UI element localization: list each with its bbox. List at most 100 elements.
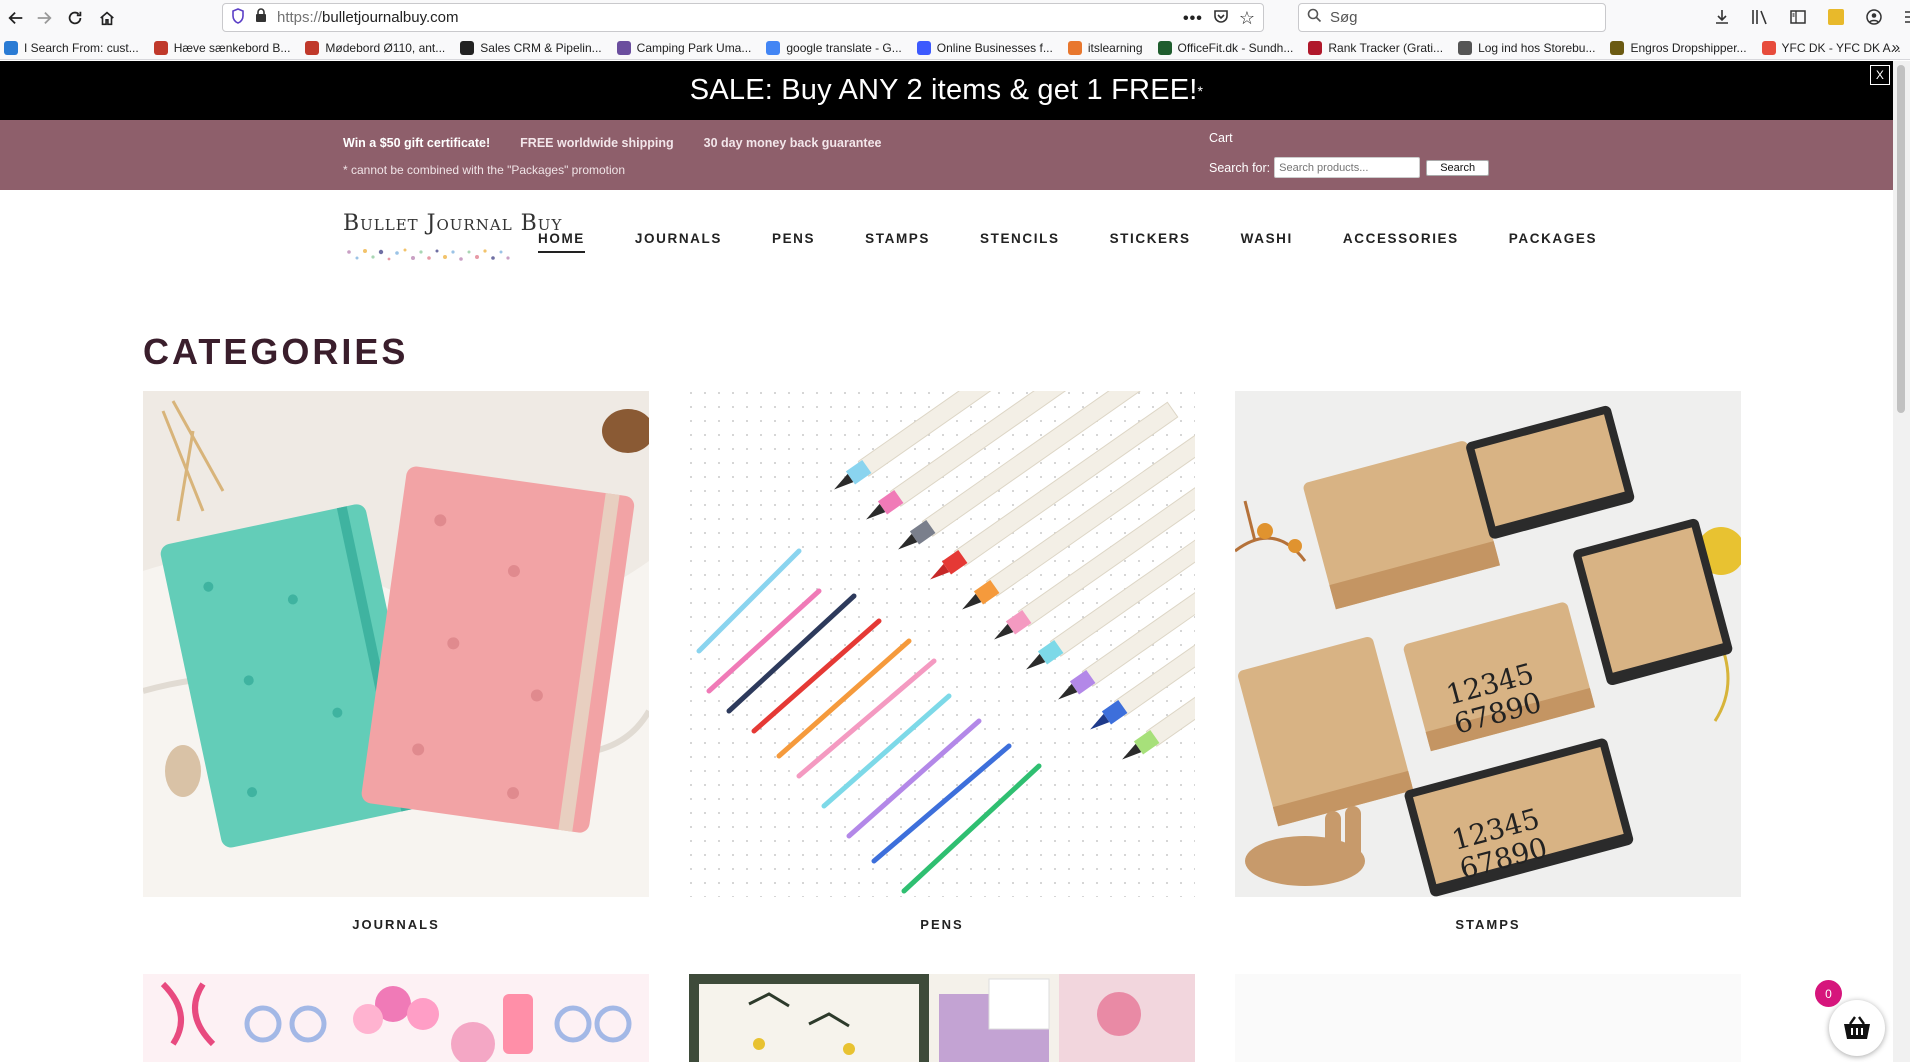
- bookmarks-bar: I Search From: cust... Hæve sænkebord B..…: [0, 36, 1910, 60]
- basket-icon: [1844, 1016, 1870, 1039]
- nav-accessories[interactable]: ACCESSORIES: [1343, 231, 1459, 253]
- category-image-journals[interactable]: [143, 391, 649, 897]
- bookmark-label: google translate - G...: [786, 40, 902, 55]
- extension-icon[interactable]: [1824, 5, 1848, 29]
- bookmark-favicon-icon: [766, 40, 781, 55]
- nav-packages[interactable]: PACKAGES: [1509, 231, 1597, 253]
- page-actions-icon[interactable]: •••: [1183, 10, 1203, 28]
- bookmark-favicon-icon: [616, 40, 631, 55]
- back-icon[interactable]: [2, 4, 30, 32]
- bookmark-item[interactable]: Rank Tracker (Grati...: [1308, 40, 1444, 55]
- reload-icon[interactable]: [61, 4, 89, 32]
- menu-icon[interactable]: [1900, 5, 1910, 29]
- site-logo[interactable]: Bullet Journal Buy: [343, 211, 561, 271]
- category-image-stickers[interactable]: [143, 974, 649, 1062]
- browser-search-placeholder: Søg: [1330, 9, 1358, 26]
- category-label-pens[interactable]: PENS: [689, 917, 1195, 932]
- nav-pens[interactable]: PENS: [772, 231, 815, 253]
- bookmark-item[interactable]: Engros Dropshipper...: [1610, 40, 1747, 55]
- product-search-button[interactable]: Search: [1426, 159, 1490, 176]
- url-bar[interactable]: https://bulletjournalbuy.com ••• ☆: [222, 3, 1264, 32]
- forward-icon[interactable]: [30, 4, 58, 32]
- bookmark-label: Online Businesses f...: [936, 40, 1053, 55]
- bookmark-item[interactable]: Camping Park Uma...: [616, 40, 752, 55]
- bookmark-favicon-icon: [1157, 40, 1172, 55]
- bookmark-item[interactable]: Mødebord Ø110, ant...: [305, 40, 445, 55]
- cart-count-badge[interactable]: 0: [1815, 980, 1842, 1007]
- bookmark-label: Engros Dropshipper...: [1630, 40, 1747, 55]
- bookmark-item[interactable]: Online Businesses f...: [916, 40, 1053, 55]
- url-host: bulletjournalbuy.com: [322, 9, 459, 26]
- bookmark-item[interactable]: Sales CRM & Pipelin...: [460, 40, 602, 55]
- page-viewport: SALE: Buy ANY 2 items & get 1 FREE! * X W…: [0, 61, 1893, 1062]
- logo-text: Bullet Journal Buy: [343, 211, 563, 236]
- url-scheme: https://: [277, 9, 323, 26]
- bookmark-item[interactable]: itslearning: [1067, 40, 1143, 55]
- bookmark-label: I Search From: cust...: [24, 40, 139, 55]
- promo-text: SALE: Buy ANY 2 items & get 1 FREE!: [689, 74, 1198, 106]
- nav-stencils[interactable]: STENCILS: [980, 231, 1060, 253]
- scrollbar-thumb[interactable]: [1897, 65, 1905, 413]
- url-text[interactable]: https://bulletjournalbuy.com: [277, 9, 459, 26]
- bookmark-favicon-icon: [916, 40, 931, 55]
- category-image-washi[interactable]: [689, 974, 1195, 1062]
- bookmark-item[interactable]: Hæve sænkebord B...: [153, 40, 291, 55]
- bookmark-item[interactable]: YFC DK - YFC DK A...: [1761, 40, 1901, 55]
- lock-icon[interactable]: [255, 8, 267, 27]
- category-label-stamps[interactable]: STAMPS: [1235, 917, 1741, 932]
- bookmark-label: Camping Park Uma...: [636, 40, 752, 55]
- shield-icon[interactable]: [231, 7, 245, 28]
- home-icon[interactable]: [93, 4, 121, 32]
- bookmark-label: YFC DK - YFC DK A...: [1781, 40, 1901, 55]
- nav-washi[interactable]: WASHI: [1241, 231, 1293, 253]
- page-scrollbar[interactable]: [1893, 61, 1910, 1062]
- category-image-stamps[interactable]: 12345 67890 12345 67890: [1235, 391, 1741, 897]
- bookmark-item[interactable]: google translate - G...: [766, 40, 902, 55]
- nav-home[interactable]: HOME: [538, 231, 585, 253]
- bookmark-label: Hæve sænkebord B...: [173, 40, 291, 55]
- bookmark-label: Sales CRM & Pipelin...: [480, 40, 602, 55]
- info-link-money-back[interactable]: 30 day money back guarantee: [704, 136, 882, 150]
- search-label: Search for:: [1209, 160, 1271, 175]
- bookmark-label: Rank Tracker (Grati...: [1328, 40, 1444, 55]
- category-label-journals[interactable]: JOURNALS: [143, 917, 649, 932]
- info-link-free-shipping[interactable]: FREE worldwide shipping: [520, 136, 673, 150]
- promo-banner: SALE: Buy ANY 2 items & get 1 FREE! * X: [0, 61, 1893, 120]
- product-search-form: Search for: Search: [1209, 157, 1490, 178]
- cart-link[interactable]: Cart: [1209, 131, 1233, 145]
- download-icon[interactable]: [1710, 5, 1734, 29]
- category-image-third-row-3[interactable]: [1235, 974, 1741, 1062]
- bookmark-star-icon[interactable]: ☆: [1239, 8, 1255, 29]
- bookmark-item[interactable]: OfficeFit.dk - Sundh...: [1157, 40, 1294, 55]
- bookmark-favicon-icon: [460, 40, 475, 55]
- bookmark-label: Log ind hos Storebu...: [1478, 40, 1596, 55]
- info-link-gift-certificate[interactable]: Win a $50 gift certificate!: [343, 136, 490, 150]
- category-image-pens[interactable]: [689, 391, 1195, 897]
- library-icon[interactable]: [1748, 5, 1772, 29]
- browser-search-input[interactable]: Søg: [1298, 3, 1606, 32]
- bookmark-item[interactable]: Log ind hos Storebu...: [1458, 40, 1596, 55]
- pocket-icon[interactable]: [1213, 9, 1229, 28]
- search-icon: [1307, 8, 1322, 27]
- nav-stickers[interactable]: STICKERS: [1110, 231, 1191, 253]
- promo-close-button[interactable]: X: [1870, 65, 1890, 85]
- bookmark-label: OfficeFit.dk - Sundh...: [1177, 40, 1294, 55]
- main-nav: HOME JOURNALS PENS STAMPS STENCILS STICK…: [538, 231, 1647, 253]
- bookmark-item[interactable]: I Search From: cust...: [4, 40, 139, 55]
- nav-journals[interactable]: JOURNALS: [635, 231, 722, 253]
- account-icon[interactable]: [1862, 5, 1886, 29]
- nav-stamps[interactable]: STAMPS: [865, 231, 930, 253]
- bookmark-favicon-icon: [1308, 40, 1323, 55]
- bookmark-favicon-icon: [153, 40, 168, 55]
- floating-cart-button[interactable]: [1829, 1000, 1885, 1056]
- product-search-input[interactable]: [1274, 157, 1421, 178]
- bookmark-favicon-icon: [1458, 40, 1473, 55]
- info-bar: Win a $50 gift certificate! FREE worldwi…: [0, 120, 1893, 190]
- bookmark-label: itslearning: [1087, 40, 1143, 55]
- promo-asterisk: *: [1197, 82, 1204, 99]
- sidebar-icon[interactable]: [1786, 5, 1810, 29]
- logo-dots-decoration: [347, 248, 510, 261]
- bookmarks-overflow-icon[interactable]: »: [1892, 39, 1900, 56]
- bookmark-favicon-icon: [1610, 40, 1625, 55]
- bookmark-favicon-icon: [1761, 40, 1776, 55]
